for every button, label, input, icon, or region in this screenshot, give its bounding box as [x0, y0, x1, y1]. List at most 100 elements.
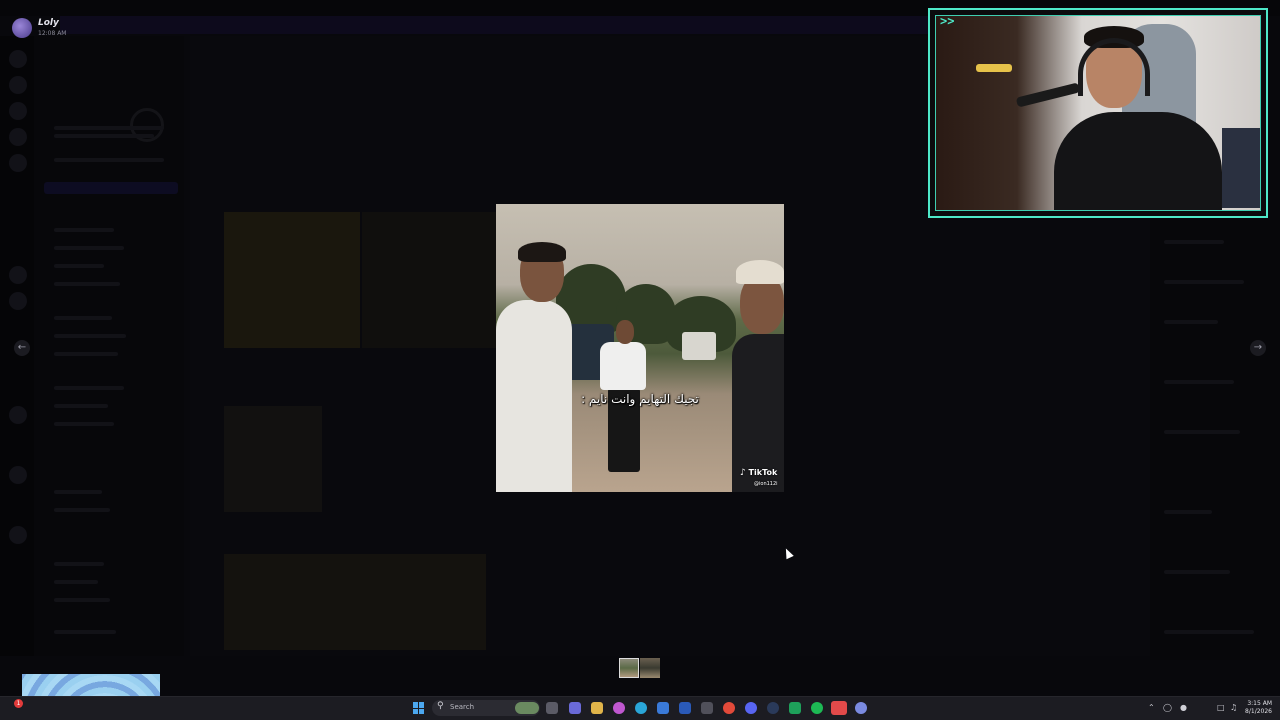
taskbar-search-placeholder: Search: [450, 703, 475, 711]
media-preview[interactable]: تجيك التهايم وانت نايم : ♪ TikTok @ion11…: [496, 204, 784, 492]
channel-line: [54, 126, 164, 130]
video-subtitle: تجيك التهايم وانت نايم :: [581, 392, 699, 406]
golf-cart: [682, 332, 716, 360]
discord-icon[interactable]: [745, 702, 757, 714]
user-status-time: 12:08 AM: [38, 30, 67, 37]
server-icon[interactable]: [9, 266, 27, 284]
server-icon[interactable]: [9, 102, 27, 120]
channel-line[interactable]: [54, 490, 102, 494]
next-media-button[interactable]: →: [1250, 340, 1266, 356]
chat-attachment[interactable]: [362, 212, 498, 348]
channel-sidebar: [34, 36, 184, 656]
chat-attachment[interactable]: [224, 406, 322, 512]
member-line[interactable]: [1164, 380, 1234, 384]
user-avatar[interactable]: [12, 18, 32, 38]
app-icon[interactable]: [855, 702, 867, 714]
channel-line[interactable]: [54, 334, 126, 338]
calendar-icon[interactable]: [679, 702, 691, 714]
tray-overflow-icon[interactable]: ⌃: [1148, 703, 1155, 712]
clock-time: 3:15 AM: [1247, 700, 1272, 707]
arrow-right-icon: →: [1253, 342, 1263, 353]
server-icon[interactable]: [9, 406, 27, 424]
channel-line[interactable]: [54, 508, 110, 512]
channel-line[interactable]: [54, 422, 114, 426]
steam-icon[interactable]: [767, 702, 779, 714]
member-line[interactable]: [1164, 280, 1244, 284]
folder-icon[interactable]: [591, 702, 603, 714]
webcam-feed: [935, 15, 1261, 211]
member-line[interactable]: [1164, 630, 1254, 634]
background-button[interactable]: [44, 182, 178, 194]
screen: Loly 12:08 AM ← → تجيك التهايم وانت نايم…: [0, 0, 1280, 720]
member-line[interactable]: [1164, 320, 1218, 324]
channel-line[interactable]: [54, 264, 104, 268]
chrome-icon[interactable]: [723, 702, 735, 714]
lamp: [976, 64, 1012, 72]
chat-attachment[interactable]: [224, 554, 486, 650]
member-line[interactable]: [1164, 240, 1224, 244]
tiktok-handle: @ion112i: [754, 481, 778, 487]
app-icon[interactable]: [789, 702, 801, 714]
media-thumbnail-active[interactable]: [619, 658, 639, 678]
channel-line[interactable]: [54, 580, 98, 584]
channel-line[interactable]: [54, 562, 104, 566]
channel-line[interactable]: [54, 316, 112, 320]
channel-line[interactable]: [54, 246, 124, 250]
edge-icon[interactable]: [635, 702, 647, 714]
channel-line[interactable]: [54, 282, 120, 286]
person-center: [600, 342, 646, 390]
monitor: [1222, 128, 1260, 208]
microphone-icon: [1015, 82, 1081, 108]
member-line[interactable]: [1164, 570, 1230, 574]
person-left-hair: [518, 242, 566, 262]
channel-line[interactable]: [54, 630, 116, 634]
member-list: [1150, 220, 1280, 660]
server-icon[interactable]: [9, 526, 27, 544]
previous-media-button[interactable]: ←: [14, 340, 30, 356]
search-icon: ⚲: [437, 701, 444, 711]
webcam-overlay: >>: [928, 8, 1268, 218]
volume-icon[interactable]: ♫: [1230, 703, 1237, 712]
channel-line[interactable]: [54, 386, 124, 390]
obs-icon[interactable]: [831, 701, 847, 715]
search-highlight-icon: [515, 702, 539, 714]
taskbar-clock[interactable]: 3:15 AM 8/1/2026: [1240, 700, 1272, 716]
member-line[interactable]: [1164, 510, 1212, 514]
server-icon[interactable]: [9, 76, 27, 94]
webcam-badge: >>: [940, 14, 955, 28]
chat-attachment[interactable]: [224, 212, 360, 348]
task-view-icon[interactable]: [546, 702, 558, 714]
teams-icon[interactable]: [569, 702, 581, 714]
spotify-icon[interactable]: [811, 702, 823, 714]
member-line[interactable]: [1164, 430, 1240, 434]
windows-start-icon[interactable]: [413, 702, 425, 714]
copilot-icon[interactable]: [613, 702, 625, 714]
clock-date: 8/1/2026: [1245, 708, 1272, 715]
network-icon[interactable]: ◯: [1163, 703, 1172, 712]
server-icon[interactable]: [9, 128, 27, 146]
server-icon[interactable]: [9, 466, 27, 484]
microphone-tray-icon[interactable]: ●: [1180, 703, 1187, 712]
server-icon[interactable]: [9, 292, 27, 310]
tiktok-brand-text: TikTok: [748, 468, 778, 477]
arrow-left-icon: ←: [17, 342, 27, 353]
app-icon[interactable]: [701, 702, 713, 714]
channel-line[interactable]: [54, 352, 118, 356]
outlook-icon[interactable]: [657, 702, 669, 714]
person-right-cap: [736, 260, 784, 284]
channel-line[interactable]: [54, 404, 108, 408]
media-thumbnail-strip: [619, 658, 660, 678]
display-icon[interactable]: □: [1217, 703, 1225, 712]
channel-line: [54, 134, 154, 138]
streamer-body: [1054, 112, 1222, 210]
person-center-head: [616, 320, 634, 344]
channel-line[interactable]: [54, 598, 110, 602]
background-banner: [60, 16, 930, 34]
notification-badge: 1: [14, 699, 23, 708]
tiktok-icon: ♪: [740, 468, 746, 478]
server-icon[interactable]: [9, 50, 27, 68]
tiktok-watermark: ♪ TikTok: [740, 468, 777, 478]
channel-line[interactable]: [54, 228, 114, 232]
media-thumbnail[interactable]: [640, 658, 660, 678]
server-icon[interactable]: [9, 154, 27, 172]
